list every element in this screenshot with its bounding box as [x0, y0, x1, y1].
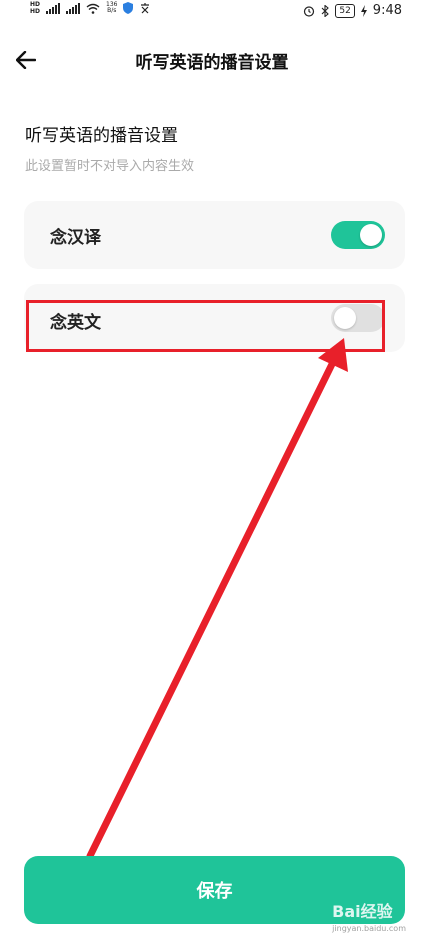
app-icon	[141, 3, 150, 14]
hd-indicator: HD HD	[30, 1, 41, 15]
bluetooth-icon	[321, 4, 330, 17]
battery-indicator: 52	[335, 3, 355, 18]
net-speed: 136 B/s	[106, 1, 118, 14]
shield-icon	[123, 2, 134, 14]
option-card-chinese: 念汉译	[24, 201, 405, 269]
status-bar: HD HD 136 B/s 52 9:48	[0, 0, 424, 24]
signal-icon	[46, 2, 61, 14]
page-title: 听写英语的播音设置	[135, 53, 289, 73]
baidu-watermark: Bai经验 jingyan.baidu.com	[332, 902, 406, 933]
status-left: HD HD 136 B/s	[30, 1, 151, 15]
section-subtitle: 此设置暂时不对导入内容生效	[25, 159, 195, 174]
option-label: 念汉译	[50, 228, 101, 248]
clock-time: 9:48	[372, 3, 402, 18]
status-right: 52 9:48	[303, 3, 402, 18]
section-title: 听写英语的播音设置	[25, 126, 178, 146]
page-header: 听写英语的播音设置	[0, 40, 424, 80]
toggle-chinese[interactable]	[331, 221, 385, 249]
signal-icon-2	[66, 2, 81, 14]
annotation-highlight-box	[26, 300, 385, 352]
alarm-icon	[304, 5, 315, 17]
toggle-knob	[360, 224, 382, 246]
charging-icon	[360, 4, 367, 17]
wifi-icon	[86, 3, 100, 14]
